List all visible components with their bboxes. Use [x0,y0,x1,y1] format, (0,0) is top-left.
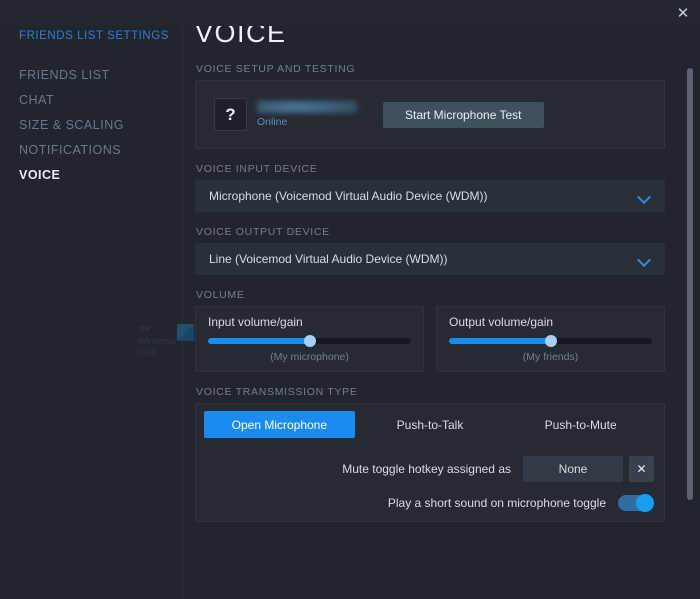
voice-input-device-value: Microphone (Voicemod Virtual Audio Devic… [209,189,488,203]
section-label-voice-transmission-type: VOICE TRANSMISSION TYPE [196,386,358,398]
section-label-voice-input-device: VOICE INPUT DEVICE [196,163,318,175]
microphone-toggle-sound-label: Play a short sound on microphone toggle [387,496,606,510]
tab-push-to-mute[interactable]: Push-to-Mute [505,411,656,438]
close-icon[interactable]: ✕ [666,0,700,26]
input-volume-card: Input volume/gain (My microphone) [195,306,424,372]
scrollbar-thumb[interactable] [687,68,693,500]
sidebar-item-notifications[interactable]: NOTIFICATIONS [0,138,182,163]
voice-output-device-dropdown[interactable]: Line (Voicemod Virtual Audio Device (WDM… [195,243,665,275]
volume-row: Input volume/gain (My microphone) Output… [195,306,665,372]
tab-open-microphone[interactable]: Open Microphone [204,411,355,438]
avatar: ? [214,98,247,131]
mute-toggle-hotkey-button[interactable]: None [523,456,623,482]
friends-list-settings-window: ✕ FRIENDS LIST SETTINGS FRIENDS LIST CHA… [0,0,700,599]
chevron-down-icon [638,255,651,263]
output-volume-slider[interactable] [449,335,652,347]
section-label-voice-output-device: VOICE OUTPUT DEVICE [196,226,330,238]
sidebar-item-size-and-scaling[interactable]: SIZE & SCALING [0,113,182,138]
voice-transmission-panel: Open Microphone Push-to-Talk Push-to-Mut… [195,403,665,522]
mute-toggle-hotkey-label: Mute toggle hotkey assigned as [342,462,511,476]
user-name-redacted [257,101,357,113]
user-status: Online [257,116,288,128]
microphone-toggle-sound-row: Play a short sound on microphone toggle [204,494,656,512]
scrollbar-track[interactable] [687,30,693,590]
settings-content-pane: VOICE VOICE SETUP AND TESTING ? Online S… [183,0,700,599]
title-bar: ✕ [0,0,700,26]
toggle-knob [636,494,654,512]
output-volume-sublabel: (My friends) [522,351,579,363]
output-volume-slider-fill [449,338,551,344]
input-volume-slider[interactable] [208,335,411,347]
sidebar: FRIENDS LIST SETTINGS FRIENDS LIST CHAT … [0,0,183,599]
input-volume-slider-knob[interactable] [303,335,316,347]
sidebar-item-friends-list[interactable]: FRIENDS LIST [0,63,182,88]
voice-transmission-tabs: Open Microphone Push-to-Talk Push-to-Mut… [204,411,656,438]
output-volume-label: Output volume/gain [449,315,554,329]
microphone-toggle-sound-switch[interactable] [618,494,654,512]
input-volume-sublabel: (My microphone) [270,351,349,363]
output-volume-card: Output volume/gain (My friends) [436,306,665,372]
chevron-down-icon [638,192,651,200]
input-volume-label: Input volume/gain [208,315,303,329]
output-volume-slider-knob[interactable] [544,335,557,347]
microphone-test-panel: ? Online Start Microphone Test [195,80,665,149]
section-label-voice-setup: VOICE SETUP AND TESTING [196,63,356,75]
section-label-volume: VOLUME [196,289,245,301]
sidebar-item-chat[interactable]: CHAT [0,88,182,113]
sidebar-title[interactable]: FRIENDS LIST SETTINGS [0,30,182,42]
tab-push-to-talk[interactable]: Push-to-Talk [355,411,506,438]
start-microphone-test-button[interactable]: Start Microphone Test [383,101,544,128]
input-volume-slider-fill [208,338,310,344]
user-info: Online [257,101,365,128]
voice-output-device-value: Line (Voicemod Virtual Audio Device (WDM… [209,252,448,266]
voice-input-device-dropdown[interactable]: Microphone (Voicemod Virtual Audio Devic… [195,180,665,212]
clear-hotkey-icon[interactable]: ✕ [629,456,654,482]
sidebar-item-voice[interactable]: VOICE [0,163,182,188]
mute-toggle-hotkey-row: Mute toggle hotkey assigned as None ✕ [204,456,656,482]
